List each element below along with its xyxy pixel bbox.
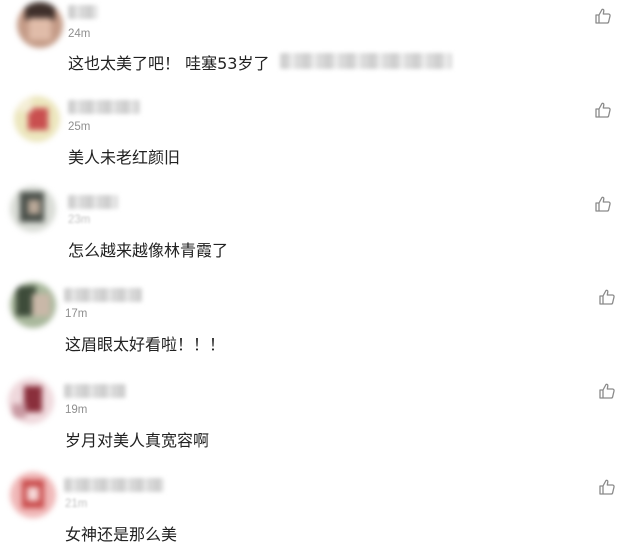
thumbs-up-icon xyxy=(599,479,615,495)
comment-time: 25m xyxy=(68,121,91,133)
like-button[interactable] xyxy=(598,288,616,306)
avatar[interactable] xyxy=(17,2,63,48)
comment-time: 17m xyxy=(65,308,88,320)
username-redacted[interactable] xyxy=(64,288,142,302)
thumbs-up-icon xyxy=(599,289,615,305)
comment-text: 岁月对美人真宽容啊 xyxy=(65,431,210,450)
like-button[interactable] xyxy=(594,101,612,119)
comment-text-redacted xyxy=(280,53,452,69)
comment-time: 19m xyxy=(65,404,88,416)
comment-text: 这也太美了吧！ 哇塞53岁了 xyxy=(68,54,270,73)
comment-text: 女神还是那么美 xyxy=(65,525,178,544)
thumbs-up-icon xyxy=(599,383,615,399)
like-button[interactable] xyxy=(594,7,612,25)
thumbs-up-icon xyxy=(595,196,611,212)
like-button[interactable] xyxy=(598,478,616,496)
username-redacted[interactable] xyxy=(68,100,140,114)
comment-text: 这眉眼太好看啦！！！ xyxy=(65,335,226,354)
avatar[interactable] xyxy=(10,472,56,518)
avatar[interactable] xyxy=(10,186,56,232)
avatar[interactable] xyxy=(8,378,54,424)
comment-text: 怎么越来越像林青霞了 xyxy=(68,241,229,260)
username-redacted[interactable] xyxy=(68,195,118,209)
comment-time: 23m xyxy=(68,214,91,226)
avatar[interactable] xyxy=(10,282,56,328)
thumbs-up-icon xyxy=(595,8,611,24)
thumbs-up-icon xyxy=(595,102,611,118)
avatar[interactable] xyxy=(14,96,60,142)
username-redacted[interactable] xyxy=(64,478,164,492)
comment-text: 美人未老红颜旧 xyxy=(68,148,181,167)
comment-time: 21m xyxy=(65,498,88,510)
like-button[interactable] xyxy=(598,382,616,400)
like-button[interactable] xyxy=(594,195,612,213)
username-redacted[interactable] xyxy=(64,384,126,398)
username-redacted[interactable] xyxy=(68,5,98,19)
comment-time: 24m xyxy=(68,28,91,40)
